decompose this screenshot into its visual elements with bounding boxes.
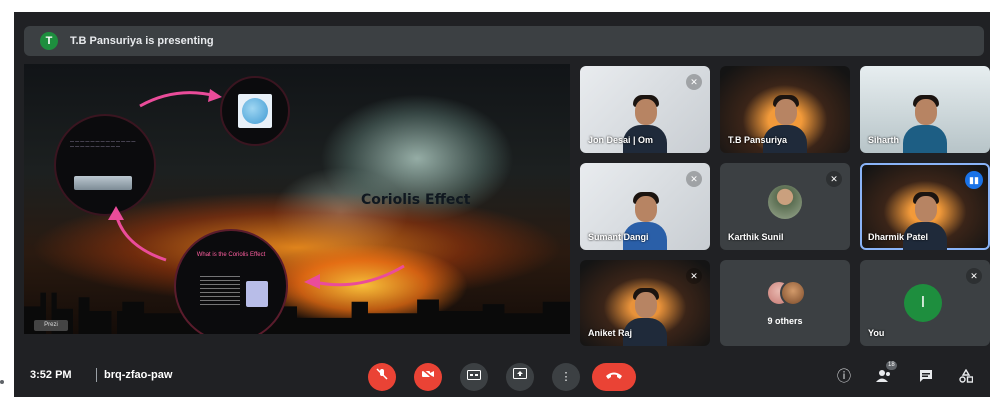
self-tile[interactable]: I ✕ You (860, 260, 990, 346)
globe-image (238, 94, 272, 128)
mic-off-icon: ✕ (686, 268, 702, 284)
prezi-tag: Prezi (34, 320, 68, 331)
participant-name: Aniket Raj (588, 328, 633, 338)
meeting-code: brq-zfao-paw (104, 369, 173, 381)
frame-picture (246, 281, 268, 307)
participant-name: Sumant Dangi (588, 232, 649, 242)
arrow-icon (108, 206, 167, 262)
participant-tile[interactable]: ▮▮ Dharmik Patel (860, 163, 990, 250)
participant-name: Siharth (868, 135, 900, 145)
mic-off-icon[interactable] (368, 363, 396, 391)
participant-tile[interactable]: T.B Pansuriya (720, 66, 850, 153)
presenting-text: T.B Pansuriya is presenting (70, 35, 214, 47)
presenting-banner: T T.B Pansuriya is presenting (24, 26, 984, 56)
participant-tile[interactable]: ✕ Jon Desai | Om (580, 66, 710, 153)
participant-tile[interactable]: Siharth (860, 66, 990, 153)
info-icon[interactable]: ⓘ (832, 363, 856, 389)
shared-screen[interactable]: — — — — — — — — — — — — — — — — — — — — … (24, 64, 570, 334)
people-icon[interactable]: 18 (872, 361, 897, 389)
camera-off-icon[interactable] (414, 363, 442, 391)
chat-icon[interactable] (914, 363, 938, 389)
bottom-bar: 3:52 PM brq-zfao-paw ⋮ ⓘ 18 (14, 356, 990, 397)
present-icon[interactable] (506, 363, 534, 391)
people-count-badge: 18 (886, 361, 897, 370)
participant-tile[interactable]: ✕ Aniket Raj (580, 260, 710, 346)
frame-text: — — — — — — — — — — — — — — — — — — — — … (70, 138, 136, 148)
others-tile[interactable]: 9 others (720, 260, 850, 346)
avatar (768, 185, 802, 219)
participant-tile[interactable]: ✕ Sumant Dangi (580, 163, 710, 250)
slide-title: Coriolis Effect (361, 192, 471, 208)
participant-tile[interactable]: ✕ Karthik Sunil (720, 163, 850, 250)
mic-off-icon: ✕ (686, 171, 702, 187)
presenter-avatar: T (40, 32, 58, 50)
clock: 3:52 PM (30, 369, 72, 381)
city-silhouette (24, 292, 570, 334)
activities-icon[interactable] (954, 363, 978, 389)
mic-off-icon: ✕ (686, 74, 702, 90)
participant-name: Dharmik Patel (868, 232, 929, 242)
avatar: I (904, 284, 942, 322)
arrow-icon (304, 264, 405, 289)
participant-name: You (868, 328, 885, 338)
participant-name: Karthik Sunil (728, 232, 784, 242)
participant-name: T.B Pansuriya (728, 135, 788, 145)
more-icon[interactable]: ⋮ (552, 363, 580, 391)
prezi-frame-3[interactable]: What is the Coriolis Effect (174, 229, 288, 334)
question-heading: What is the Coriolis Effect (196, 252, 266, 258)
page-marker (0, 380, 4, 384)
speaking-icon: ▮▮ (965, 171, 983, 189)
others-count: 9 others (767, 316, 803, 326)
end-call-icon[interactable] (592, 363, 636, 391)
frame-body-text (200, 276, 240, 306)
prezi-frame-1[interactable]: — — — — — — — — — — — — — — — — — — — — … (54, 114, 156, 216)
divider (96, 368, 97, 382)
prezi-frame-2[interactable] (220, 76, 290, 146)
participant-video (903, 93, 947, 153)
frame-image (74, 176, 132, 190)
captions-icon[interactable] (460, 363, 488, 391)
mic-off-icon: ✕ (966, 268, 982, 284)
mic-off-icon: ✕ (826, 171, 842, 187)
participant-name: Jon Desai | Om (588, 135, 654, 145)
arrow-icon (139, 89, 222, 108)
others-avatars (766, 280, 806, 306)
